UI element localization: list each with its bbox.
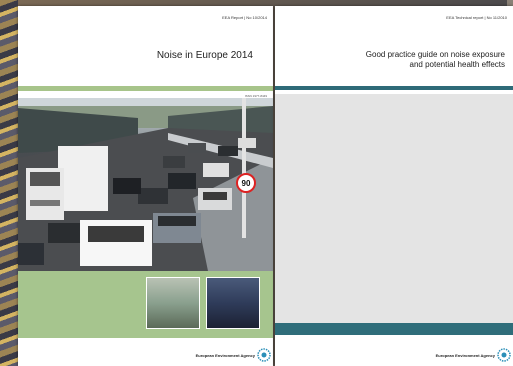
gray-panel <box>275 94 513 323</box>
traffic-photo: 90 <box>18 98 273 271</box>
teal-bar <box>275 323 513 335</box>
speed-sign-value: 90 <box>242 179 251 188</box>
traffic-scene: 90 <box>18 98 273 271</box>
teal-rule <box>275 86 513 90</box>
cover-title: Good practice guide on noise exposure an… <box>285 50 505 70</box>
left-decoration <box>0 0 18 366</box>
thumbnail-train-photo <box>146 277 200 329</box>
cover-title: Noise in Europe 2014 <box>156 50 253 61</box>
series-label: EEA Report | No 10/2014 <box>222 15 267 20</box>
report-cover-good-practice-guide: EEA Technical report | No 11/2010 Good p… <box>275 6 513 366</box>
series-label: EEA Technical report | No 11/2010 <box>446 15 507 20</box>
agency-name: European Environment Agency <box>435 353 495 358</box>
green-rule <box>18 86 273 91</box>
title-line-1: Good practice guide on noise exposure <box>365 50 505 59</box>
agency-name: European Environment Agency <box>195 353 255 358</box>
report-cover-noise-in-europe: EEA Report | No 10/2014 Noise in Europe … <box>18 6 273 366</box>
thumbnail-industrial-photo <box>206 277 260 329</box>
eea-logo-icon <box>257 348 271 362</box>
eea-logo-icon <box>497 348 511 362</box>
title-line-2: and potential health effects <box>409 60 505 69</box>
